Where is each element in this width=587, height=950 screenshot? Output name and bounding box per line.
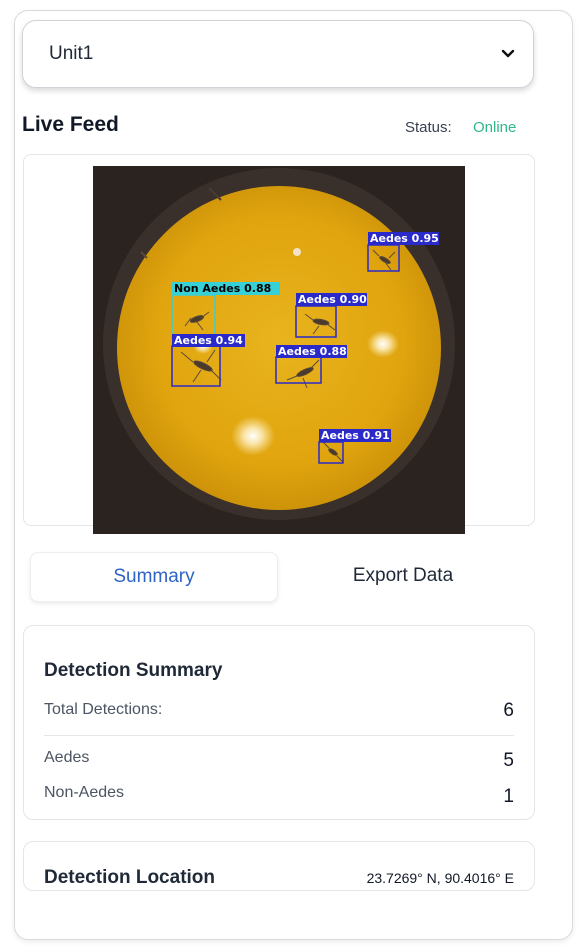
detection-location-value: 23.7269° N, 90.4016° E xyxy=(366,870,514,886)
live-feed-image: Aedes 0.95 Non Aedes 0.88 Aedes 0.90 Aed… xyxy=(93,166,465,534)
status-value: Online xyxy=(473,119,517,136)
total-detections-label: Total Detections: xyxy=(44,701,163,718)
non-aedes-label: Non-Aedes xyxy=(44,784,125,801)
aedes-value: 5 xyxy=(503,750,514,771)
detection-label: Aedes 0.95 xyxy=(370,232,439,245)
detection-label: Aedes 0.88 xyxy=(278,345,347,358)
tab-export-data[interactable]: Export Data xyxy=(288,552,518,600)
unit-select[interactable]: Unit1 xyxy=(22,20,534,88)
tab-summary[interactable]: Summary xyxy=(30,552,278,602)
detection-label: Aedes 0.90 xyxy=(298,293,367,306)
non-aedes-value: 1 xyxy=(503,786,514,807)
chevron-down-icon xyxy=(501,46,515,62)
detection-label: Aedes 0.94 xyxy=(174,334,243,347)
total-detections-value: 6 xyxy=(503,700,514,721)
detection-label: Aedes 0.91 xyxy=(321,429,390,442)
aedes-label: Aedes xyxy=(44,749,90,766)
divider xyxy=(44,735,514,736)
status-label: Status: xyxy=(405,119,452,136)
unit-select-value: Unit1 xyxy=(49,43,94,64)
detection-label: Non Aedes 0.88 xyxy=(174,282,271,295)
detection-location-title: Detection Location xyxy=(44,867,216,888)
detection-summary-title: Detection Summary xyxy=(44,660,223,681)
light-glare xyxy=(367,330,399,358)
light-glare xyxy=(231,416,275,456)
live-feed-title: Live Feed xyxy=(22,113,119,136)
